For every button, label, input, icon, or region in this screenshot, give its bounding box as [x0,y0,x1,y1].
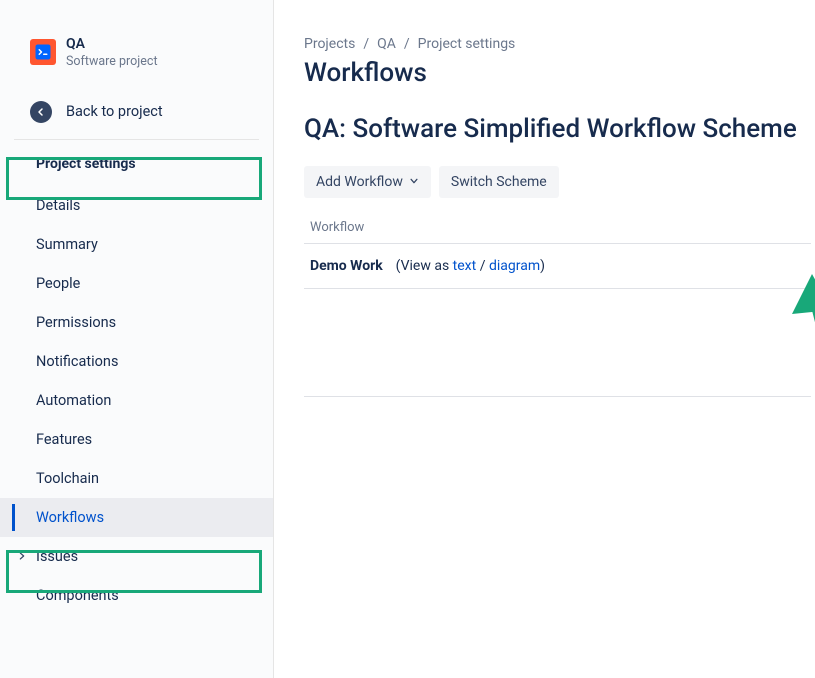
view-as-diagram-link[interactable]: diagram [489,258,540,274]
workflow-table: Workflow Demo Work (View as text / diagr… [304,220,811,289]
project-header[interactable]: QA Software project [0,36,273,91]
table-row: Demo Work (View as text / diagram) [304,244,811,289]
workflow-name: Demo Work [310,258,383,274]
chevron-down-icon [409,174,419,190]
breadcrumb-separator: / [404,36,410,52]
breadcrumb-project-name[interactable]: QA [377,36,396,52]
sidebar-item-people[interactable]: People [0,264,273,303]
annotation-arrow-icon [782,270,815,470]
row-border [304,396,811,397]
chevron-right-icon [16,551,28,561]
main-content: Projects / QA / Project settings Workflo… [274,0,815,678]
project-type: Software project [66,54,158,69]
breadcrumb-separator: / [363,36,369,52]
sidebar-item-summary[interactable]: Summary [0,225,273,264]
sidebar-item-automation[interactable]: Automation [0,381,273,420]
toolbar: Add Workflow Switch Scheme [304,166,811,198]
sidebar-item-workflows[interactable]: Workflows [0,498,273,537]
switch-scheme-button[interactable]: Switch Scheme [439,166,559,198]
project-icon [30,39,56,65]
breadcrumb-projects[interactable]: Projects [304,36,355,52]
back-arrow-icon [30,101,52,123]
settings-section-header: Project settings [0,140,273,186]
sidebar-item-components[interactable]: Components [0,576,273,615]
project-name: QA [66,36,158,53]
sidebar-item-details[interactable]: Details [0,186,273,225]
page-title: Workflows [304,58,811,88]
back-label: Back to project [66,103,163,120]
table-header-workflow: Workflow [304,220,811,244]
sidebar-item-issues[interactable]: Issues [0,537,273,576]
add-workflow-button[interactable]: Add Workflow [304,166,431,198]
sidebar-item-toolchain[interactable]: Toolchain [0,459,273,498]
scheme-title: QA: Software Simplified Workflow Scheme [304,114,811,144]
settings-nav: Details Summary People Permissions Notif… [0,186,273,615]
breadcrumb-project-settings[interactable]: Project settings [418,36,516,52]
breadcrumb: Projects / QA / Project settings [304,36,811,52]
sidebar: QA Software project Back to project Proj… [0,0,274,678]
sidebar-item-features[interactable]: Features [0,420,273,459]
sidebar-item-notifications[interactable]: Notifications [0,342,273,381]
back-to-project-link[interactable]: Back to project [0,91,273,137]
view-as-text-link[interactable]: text [453,258,477,274]
sidebar-item-permissions[interactable]: Permissions [0,303,273,342]
